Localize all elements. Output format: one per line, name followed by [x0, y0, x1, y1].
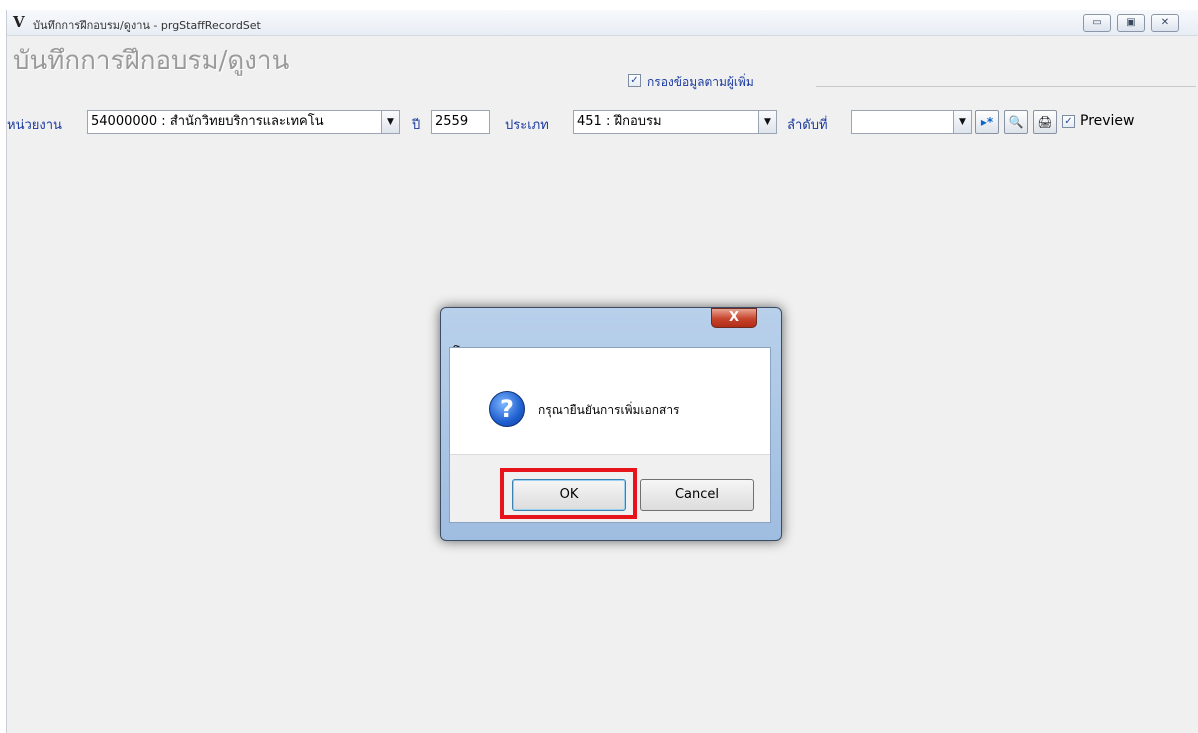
- window-title: บันทึกการฝึกอบรม/ดูงาน - prgStaffRecordS…: [33, 19, 261, 32]
- chevron-down-icon[interactable]: ▼: [381, 111, 399, 133]
- preview-label: Preview: [1080, 113, 1135, 129]
- year-input[interactable]: 2559: [431, 110, 490, 134]
- highlight-box: [500, 468, 637, 519]
- find-button[interactable]: 🔍: [1004, 110, 1028, 134]
- type-value: 451 : ฝึกอบรม: [577, 114, 662, 129]
- new-record-button[interactable]: ▸*: [975, 110, 999, 134]
- filter-checkbox[interactable]: ✓: [628, 74, 641, 87]
- seq-select[interactable]: ▼: [851, 110, 972, 134]
- page-title: บันทึกการฝึกอบรม/ดูงาน: [13, 46, 290, 76]
- type-select[interactable]: 451 : ฝึกอบรม ▼: [573, 110, 777, 134]
- minimize-button[interactable]: ▭: [1083, 14, 1111, 32]
- seq-label: ลำดับที่: [787, 118, 828, 133]
- divider: [816, 86, 1196, 87]
- title-bar: V บันทึกการฝึกอบรม/ดูงาน - prgStaffRecor…: [7, 10, 1198, 36]
- close-button[interactable]: ✕: [1151, 14, 1179, 32]
- unit-value: 54000000 : สำนักวิทยบริการและเทคโน: [91, 114, 324, 129]
- question-icon: ?: [489, 391, 525, 427]
- chevron-down-icon[interactable]: ▼: [953, 111, 971, 133]
- print-button[interactable]: 🖨: [1033, 110, 1057, 134]
- cancel-button[interactable]: Cancel: [640, 479, 754, 511]
- preview-checkbox[interactable]: ✓: [1062, 115, 1075, 128]
- year-label: ปี: [412, 118, 421, 133]
- type-label: ประเภท: [505, 118, 549, 133]
- unit-select[interactable]: 54000000 : สำนักวิทยบริการและเทคโน ▼: [87, 110, 400, 134]
- unit-label: หน่วยงาน: [7, 118, 62, 133]
- dialog-message: กรุณายืนยันการเพิ่มเอกสาร: [538, 403, 680, 417]
- filter-label: กรองข้อมูลตามผู้เพิ่ม: [647, 75, 754, 89]
- chevron-down-icon[interactable]: ▼: [758, 111, 776, 133]
- maximize-button[interactable]: ▣: [1117, 14, 1145, 32]
- app-icon: V: [13, 13, 25, 31]
- dialog-close-button[interactable]: X: [711, 308, 757, 328]
